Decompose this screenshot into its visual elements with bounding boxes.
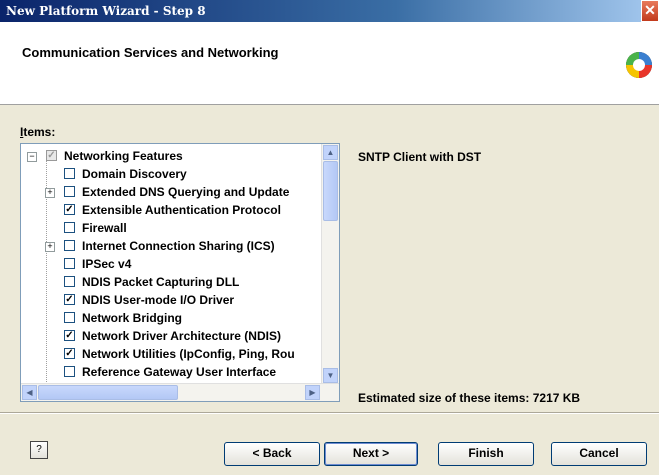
tree-item-label: Reference Gateway User Interface	[82, 365, 277, 379]
finish-button[interactable]: Finish	[438, 442, 534, 466]
tree-item[interactable]: Network Bridging	[21, 309, 323, 327]
tree-item-label: NDIS User-mode I/O Driver	[82, 293, 235, 307]
tree-item[interactable]: IPSec v4	[21, 255, 323, 273]
horizontal-scroll-thumb[interactable]	[38, 385, 178, 400]
arrow-left-icon: ◀	[26, 388, 33, 397]
item-checkbox[interactable]	[64, 366, 75, 377]
item-checkbox[interactable]: ✓	[64, 204, 75, 215]
close-icon: ✕	[644, 2, 656, 18]
item-checkbox[interactable]: ✓	[64, 330, 75, 341]
tree-item[interactable]: ✓ Network Utilities (IpConfig, Ping, Rou	[21, 345, 323, 363]
tree-item[interactable]: NDIS Packet Capturing DLL	[21, 273, 323, 291]
help-button[interactable]: ?	[30, 441, 48, 459]
scroll-right-button[interactable]: ▶	[305, 385, 320, 400]
vertical-scroll-thumb[interactable]	[323, 161, 338, 221]
scroll-up-button[interactable]: ▲	[323, 145, 338, 160]
arrow-right-icon: ▶	[309, 388, 316, 397]
item-checkbox[interactable]	[64, 240, 75, 251]
expand-icon[interactable]: +	[45, 188, 55, 198]
tree-item[interactable]: Reference Gateway User Interface	[21, 363, 323, 381]
tree-item-label: Extended DNS Querying and Update	[82, 185, 290, 199]
help-icon: ?	[36, 444, 42, 455]
footer-divider	[0, 412, 659, 414]
wizard-header: Communication Services and Networking	[0, 22, 659, 105]
item-checkbox[interactable]	[64, 258, 75, 269]
expand-icon[interactable]: +	[45, 242, 55, 252]
tree-item-label: Extensible Authentication Protocol	[82, 203, 281, 217]
page-title: Communication Services and Networking	[22, 45, 279, 60]
item-description: SNTP Client with DST	[358, 150, 482, 164]
tree-item-label: Network Driver Architecture (NDIS)	[82, 329, 281, 343]
scroll-left-button[interactable]: ◀	[22, 385, 37, 400]
tree-item-label: Domain Discovery	[82, 167, 187, 181]
title-bar: New Platform Wizard - Step 8 ✕	[0, 0, 659, 22]
estimated-size: Estimated size of these items: 7217 KB	[358, 391, 581, 405]
scroll-down-button[interactable]: ▼	[323, 368, 338, 383]
tree-item-label: IPSec v4	[82, 257, 132, 271]
item-checkbox[interactable]	[64, 312, 75, 323]
tree-item[interactable]: Firewall	[21, 219, 323, 237]
tree-item[interactable]: ✓ NDIS User-mode I/O Driver	[21, 291, 323, 309]
item-checkbox[interactable]	[64, 168, 75, 179]
item-checkbox[interactable]: ✓	[64, 294, 75, 305]
windows-embedded-logo-icon	[626, 52, 652, 78]
arrow-down-icon: ▼	[326, 371, 335, 380]
item-checkbox[interactable]	[64, 186, 75, 197]
tree-item-label: Network Utilities (IpConfig, Ping, Rou	[82, 347, 295, 361]
tree-item[interactable]: ✓ Extensible Authentication Protocol	[21, 201, 323, 219]
tree-item[interactable]: − ✓ Networking Features	[21, 147, 323, 165]
cancel-button[interactable]: Cancel	[551, 442, 647, 466]
arrow-up-icon: ▲	[326, 148, 335, 157]
vertical-scrollbar[interactable]: ▲ ▼	[321, 144, 339, 384]
horizontal-scrollbar[interactable]: ◀ ▶	[21, 383, 339, 401]
close-button[interactable]: ✕	[641, 0, 659, 22]
tree-item[interactable]: Domain Discovery	[21, 165, 323, 183]
item-checkbox[interactable]: ✓	[64, 348, 75, 359]
tree-item-label: Network Bridging	[82, 311, 183, 325]
tree-item[interactable]: + Extended DNS Querying and Update	[21, 183, 323, 201]
back-button[interactable]: < Back	[224, 442, 320, 466]
tree-item-label: NDIS Packet Capturing DLL	[82, 275, 240, 289]
tree-rows: − ✓ Networking Features Domain Discovery + Ex…	[21, 147, 323, 381]
items-label: Items:	[20, 125, 56, 139]
next-button[interactable]: Next >	[324, 442, 418, 466]
collapse-icon[interactable]: −	[27, 152, 37, 162]
window-title: New Platform Wizard - Step 8	[6, 4, 206, 18]
item-checkbox[interactable]	[64, 222, 75, 233]
tree-item[interactable]: + Internet Connection Sharing (ICS)	[21, 237, 323, 255]
tree-item[interactable]: ✓ Network Driver Architecture (NDIS)	[21, 327, 323, 345]
tree-item-label: Internet Connection Sharing (ICS)	[82, 239, 275, 253]
tree-item-label: Firewall	[82, 221, 127, 235]
item-checkbox[interactable]	[64, 276, 75, 287]
item-checkbox[interactable]: ✓	[46, 150, 57, 161]
wizard-window: New Platform Wizard - Step 8 ✕ Communica…	[0, 0, 659, 475]
tree-item-label: Networking Features	[64, 149, 183, 163]
items-tree[interactable]: − ✓ Networking Features Domain Discovery + Ex…	[20, 143, 340, 402]
